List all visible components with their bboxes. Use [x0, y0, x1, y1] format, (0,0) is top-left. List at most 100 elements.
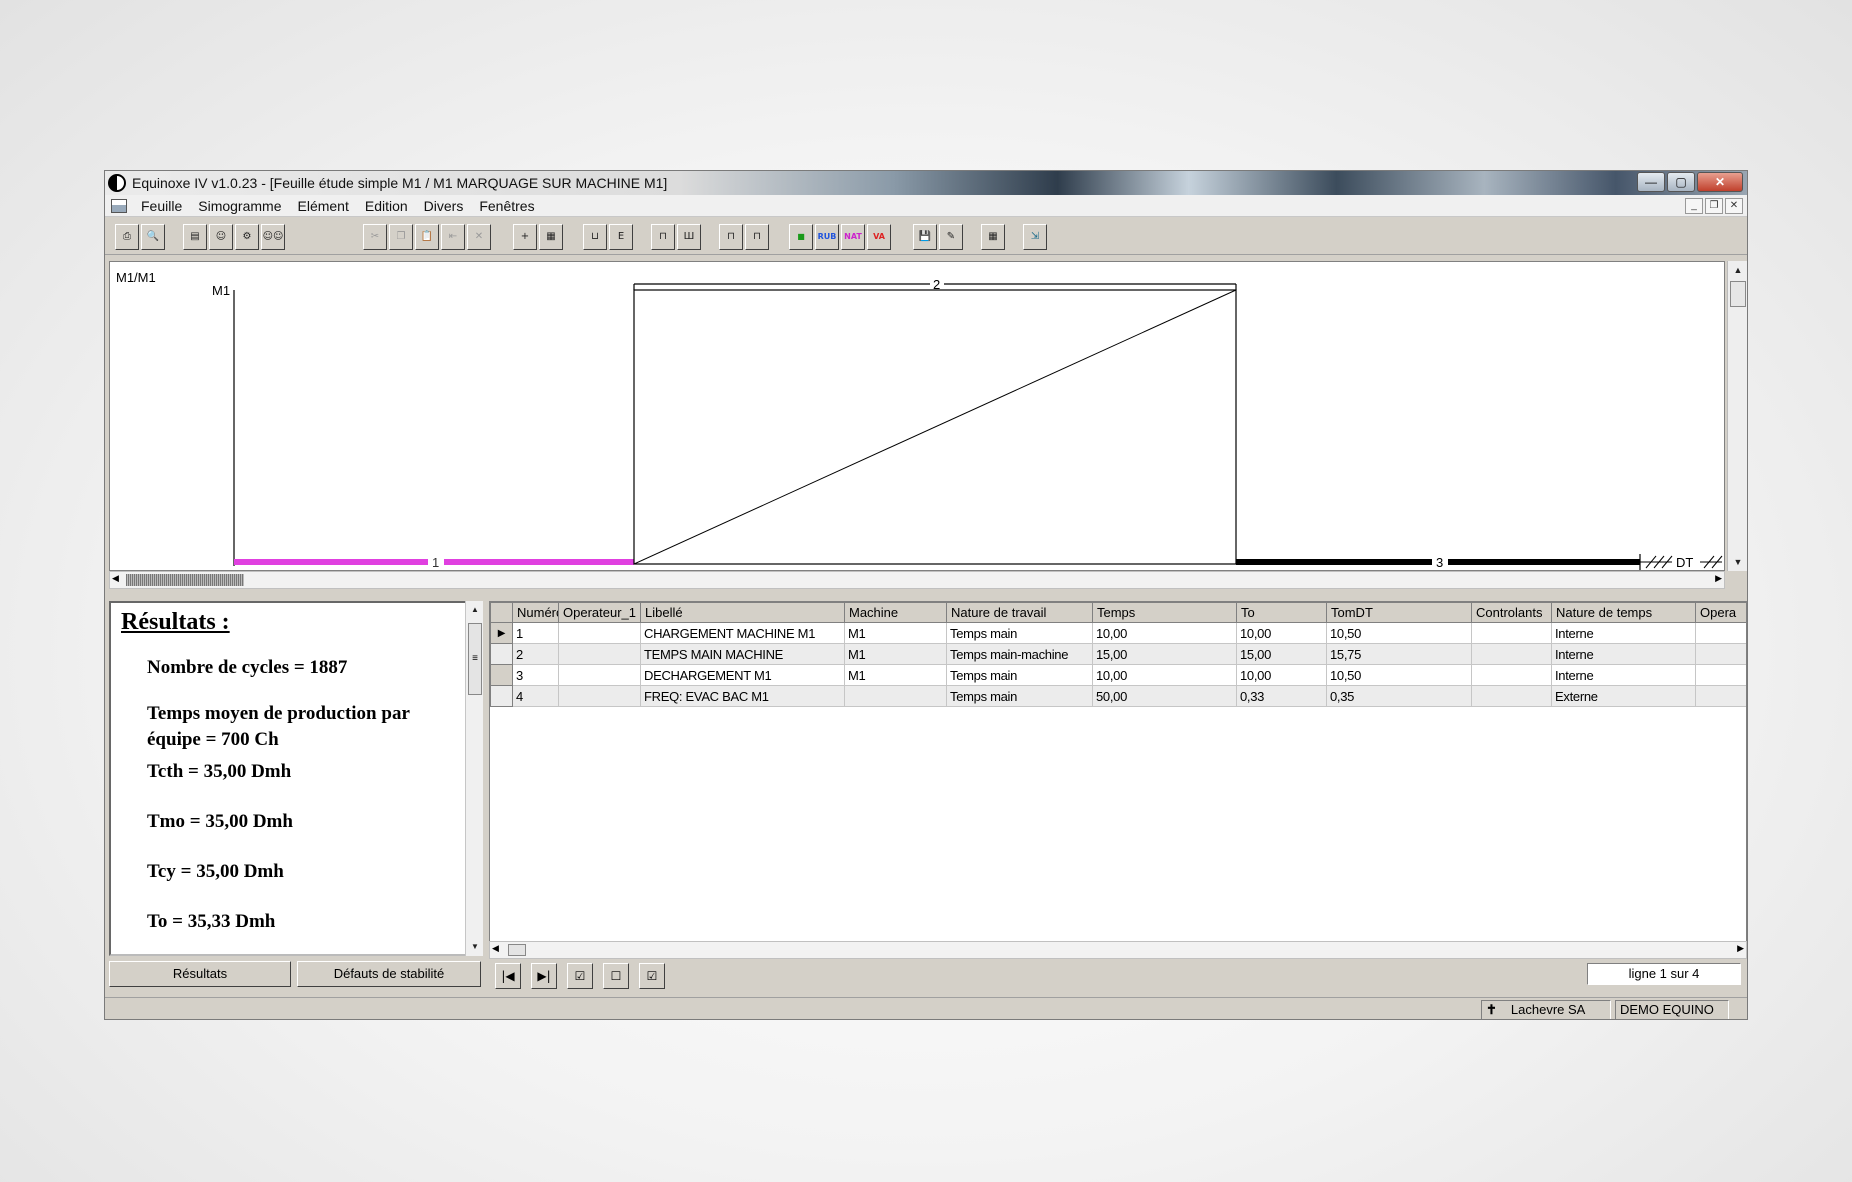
print-icon[interactable]: ⎙	[115, 224, 139, 250]
scale-3-icon[interactable]: ⊓	[719, 224, 743, 250]
table-cell[interactable]: 3	[512, 664, 559, 686]
add-element-icon[interactable]: +	[513, 224, 537, 250]
table-cell[interactable]: Externe	[1551, 685, 1696, 707]
results-scrollbar[interactable]: ▲ ≡ ▼	[465, 601, 483, 956]
team-icon[interactable]: ☺☺	[261, 224, 285, 250]
edit-icon[interactable]: ✎	[939, 224, 963, 250]
chart-vertical-scrollbar[interactable]: ▲ ▼	[1727, 261, 1747, 571]
table-icon[interactable]: ▦	[981, 224, 1005, 250]
table-cell[interactable]	[1695, 622, 1746, 644]
scroll-thumb[interactable]: ≡	[468, 623, 482, 695]
table-cell[interactable]	[1471, 664, 1552, 686]
table-cell[interactable]: FREQ: EVAC BAC M1	[640, 685, 845, 707]
table-cell[interactable]: 2	[512, 643, 559, 665]
menu-divers[interactable]: Divers	[416, 198, 472, 214]
check-all-button[interactable]: ☑	[567, 963, 593, 989]
scale-1-icon[interactable]: ⊓	[651, 224, 675, 250]
tab-resultats[interactable]: Résultats	[109, 961, 291, 987]
table-cell[interactable]: M1	[844, 643, 947, 665]
row-indicator[interactable]	[490, 664, 513, 686]
validate-button[interactable]: ☑	[639, 963, 665, 989]
table-cell[interactable]	[1695, 643, 1746, 665]
table-cell[interactable]: Interne	[1551, 643, 1696, 665]
column-header[interactable]: Temps	[1092, 602, 1237, 623]
table-cell[interactable]	[1695, 685, 1746, 707]
menu-edition[interactable]: Edition	[357, 198, 416, 214]
menu-simogramme[interactable]: Simogramme	[190, 198, 289, 214]
tab-defauts-stabilite[interactable]: Défauts de stabilité	[297, 961, 481, 987]
rub-icon[interactable]: RUB	[815, 224, 839, 250]
insert-icon[interactable]: ⇤	[441, 224, 465, 250]
uncheck-all-button[interactable]: ☐	[603, 963, 629, 989]
va-nva-icon[interactable]: VA	[867, 224, 891, 250]
mdi-minimize-button[interactable]: _	[1685, 198, 1703, 214]
scroll-up-icon[interactable]: ▲	[466, 601, 484, 619]
scroll-left-icon[interactable]: ◀	[112, 573, 119, 584]
paste-icon[interactable]: 📋	[415, 224, 439, 250]
machine-icon[interactable]: ⚙	[235, 224, 259, 250]
color-icon[interactable]: ■	[789, 224, 813, 250]
current-row-icon[interactable]: ▶	[490, 622, 513, 644]
column-header[interactable]: Machine	[844, 602, 947, 623]
table-horizontal-scrollbar[interactable]: ◀ ▶	[489, 941, 1747, 959]
nat-icon[interactable]: NAT	[841, 224, 865, 250]
column-header[interactable]: Opera	[1695, 602, 1746, 623]
delete-icon[interactable]: ✕	[467, 224, 491, 250]
exit-icon[interactable]: ⇲	[1023, 224, 1047, 250]
table-cell[interactable]	[558, 643, 641, 665]
row-indicator[interactable]	[490, 643, 513, 665]
chart-horizontal-scrollbar[interactable]: ◀ ▶	[109, 571, 1725, 589]
scroll-thumb[interactable]	[508, 944, 526, 956]
table-cell[interactable]: Temps main	[946, 685, 1093, 707]
mdi-close-button[interactable]: ✕	[1725, 198, 1743, 214]
table-cell[interactable]: 10,00	[1092, 664, 1237, 686]
operator-icon[interactable]: ☺	[209, 224, 233, 250]
table-cell[interactable]	[1471, 685, 1552, 707]
scroll-right-icon[interactable]: ▶	[1715, 573, 1722, 584]
table-cell[interactable]: 10,00	[1236, 664, 1327, 686]
table-cell[interactable]	[844, 685, 947, 707]
table-cell[interactable]	[1695, 664, 1746, 686]
scroll-thumb[interactable]	[126, 574, 244, 586]
cut-icon[interactable]: ✂	[363, 224, 387, 250]
menu-fenetres[interactable]: Fenêtres	[471, 198, 542, 214]
save-icon[interactable]: 💾	[913, 224, 937, 250]
row-indicator[interactable]	[490, 685, 513, 707]
scale-4-icon[interactable]: ⊓	[745, 224, 769, 250]
scroll-right-icon[interactable]: ▶	[1737, 943, 1744, 954]
table-row[interactable]: 4 FREQ: EVAC BAC M1 Temps main 50,00 0,33 0,3…	[490, 685, 1746, 707]
maximize-button[interactable]: ▢	[1667, 172, 1695, 192]
ruler-h-icon[interactable]: ⊔	[583, 224, 607, 250]
table-cell[interactable]: 50,00	[1092, 685, 1237, 707]
simogramme-chart[interactable]: M1/M1 M1 1 2 3 DT	[109, 261, 1725, 571]
scroll-down-icon[interactable]: ▼	[1728, 553, 1747, 571]
document-icon[interactable]	[111, 198, 127, 213]
table-cell[interactable]: Interne	[1551, 622, 1696, 644]
table-cell[interactable]: 0,35	[1326, 685, 1472, 707]
menu-feuille[interactable]: Feuille	[133, 198, 190, 214]
last-record-button[interactable]: ▶|	[531, 963, 557, 989]
table-cell[interactable]: 15,00	[1092, 643, 1237, 665]
column-header[interactable]: Nature de temps	[1551, 602, 1696, 623]
scroll-left-icon[interactable]: ◀	[492, 943, 499, 954]
table-cell[interactable]: Interne	[1551, 664, 1696, 686]
menu-element[interactable]: Elément	[290, 198, 357, 214]
table-cell[interactable]: 10,00	[1092, 622, 1237, 644]
scroll-up-icon[interactable]: ▲	[1728, 261, 1747, 279]
table-row[interactable]: 2 TEMPS MAIN MACHINE M1 Temps main-machine 1…	[490, 643, 1746, 665]
table-cell[interactable]: Temps main	[946, 664, 1093, 686]
table-cell[interactable]: 10,00	[1236, 622, 1327, 644]
table-cell[interactable]: 10,50	[1326, 622, 1472, 644]
sheet-icon[interactable]: ▤	[183, 224, 207, 250]
column-header[interactable]: To	[1236, 602, 1327, 623]
table-cell[interactable]: 0,33	[1236, 685, 1327, 707]
column-header[interactable]: Nature de travail	[946, 602, 1093, 623]
first-record-button[interactable]: |◀	[495, 963, 521, 989]
table-cell[interactable]	[558, 664, 641, 686]
ruler-v-icon[interactable]: E	[609, 224, 633, 250]
table-cell[interactable]: 10,50	[1326, 664, 1472, 686]
table-cell[interactable]	[1471, 643, 1552, 665]
scroll-down-icon[interactable]: ▼	[466, 938, 484, 956]
table-cell[interactable]: 15,75	[1326, 643, 1472, 665]
table-cell[interactable]	[1471, 622, 1552, 644]
